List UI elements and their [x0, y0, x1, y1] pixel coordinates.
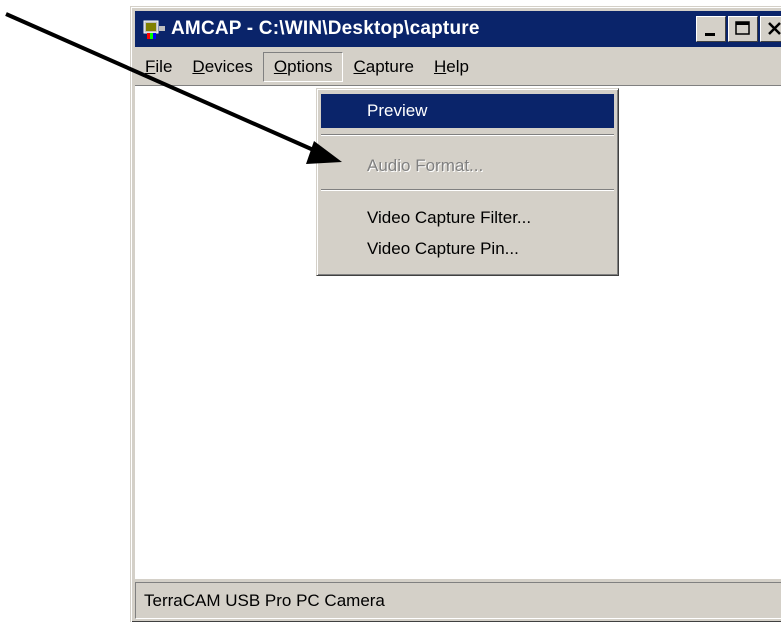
- title-bar[interactable]: AMCAP - C:\WIN\Desktop\capture: [135, 11, 781, 47]
- maximize-button[interactable]: [728, 16, 758, 42]
- menu-bar: File Devices Options Capture Help: [135, 51, 781, 83]
- menu-separator: [321, 134, 614, 136]
- maximize-icon: [735, 21, 750, 35]
- menu-help[interactable]: Help: [424, 52, 479, 82]
- menu-capture[interactable]: Capture: [343, 52, 423, 82]
- menu-item-preview[interactable]: Preview: [321, 94, 614, 128]
- menu-file-label: ile: [155, 57, 173, 76]
- status-bar: TerraCAM USB Pro PC Camera: [135, 582, 781, 619]
- menu-item-audio-format[interactable]: Audio Format...: [321, 149, 614, 183]
- menu-help-label: elp: [446, 57, 469, 76]
- menu-devices-accelerator: D: [192, 57, 205, 76]
- minimize-icon: [705, 33, 715, 36]
- menu-devices[interactable]: Devices: [182, 52, 262, 82]
- menu-capture-accelerator: C: [353, 57, 366, 76]
- menu-file[interactable]: File: [135, 52, 182, 82]
- menu-options[interactable]: Options: [262, 52, 344, 82]
- menu-item-video-capture-filter[interactable]: Video Capture Filter...: [321, 201, 614, 235]
- options-dropdown-menu: Preview Audio Format... Video Capture Fi…: [316, 88, 619, 276]
- close-icon: [768, 22, 781, 35]
- close-button[interactable]: [760, 16, 781, 42]
- menu-help-accelerator: H: [433, 57, 447, 76]
- window-title: AMCAP - C:\WIN\Desktop\capture: [171, 18, 480, 39]
- menu-devices-label: evices: [204, 57, 253, 76]
- menu-capture-label: apture: [365, 57, 414, 76]
- minimize-button[interactable]: [696, 16, 726, 42]
- menu-file-accelerator: F: [145, 57, 156, 76]
- menu-options-label: ptions: [287, 57, 333, 76]
- menu-item-video-capture-pin[interactable]: Video Capture Pin...: [321, 232, 614, 266]
- app-icon[interactable]: [143, 17, 167, 41]
- menu-options-accelerator: O: [273, 57, 288, 76]
- status-text: TerraCAM USB Pro PC Camera: [144, 591, 385, 610]
- menu-separator: [321, 189, 614, 191]
